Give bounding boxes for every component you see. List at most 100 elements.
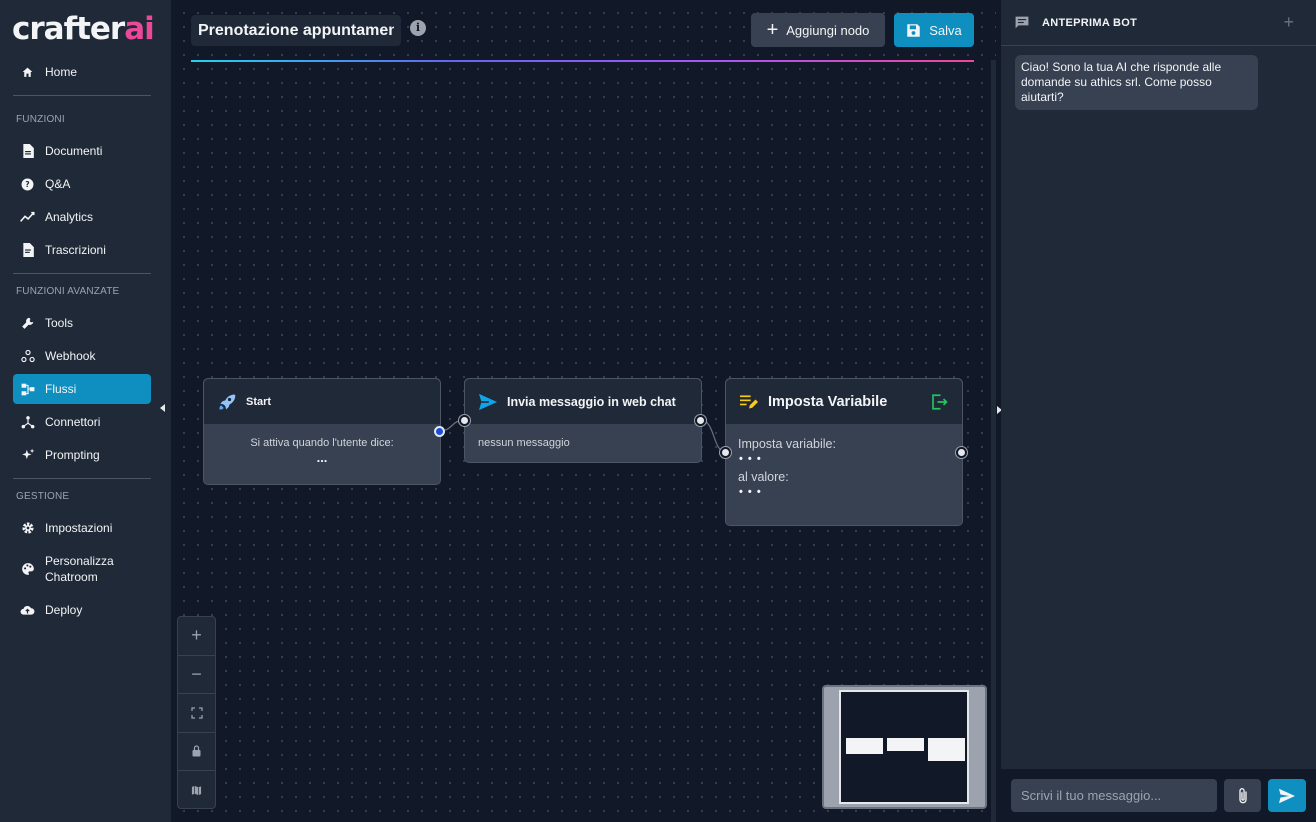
node-send-output-handle[interactable]	[695, 415, 706, 426]
wrench-icon	[20, 316, 35, 331]
sidebar-item-home[interactable]: Home	[13, 57, 151, 87]
node-start-trigger-value: ...	[316, 450, 328, 465]
section-label-gestione: GESTIONE	[16, 491, 70, 502]
node-start-trigger-label: Si attiva quando l'utente dice:	[250, 437, 394, 449]
logo[interactable]: crafterai	[12, 11, 155, 47]
svg-text:?: ?	[25, 180, 29, 189]
flow-icon	[20, 382, 35, 397]
node-set-variable[interactable]: Imposta Variabile Imposta variabile: • •…	[720, 378, 967, 526]
sidebar-item-label: Trascrizioni	[45, 243, 106, 257]
send-icon	[1279, 788, 1295, 803]
cloud-upload-icon	[20, 603, 35, 618]
sidebar-item-label: Tools	[45, 316, 74, 330]
sidebar-item-personalizza-chatroom[interactable]: Personalizza Chatroom	[13, 551, 151, 587]
sidebar: crafterai Home FUNZIONI Documenti ? Q&A …	[0, 0, 171, 822]
minimap-node	[846, 738, 883, 754]
node-setvar-value-value: • • •	[739, 486, 762, 498]
node-send-body: nessun messaggio	[478, 437, 570, 449]
section-label-avanzate: FUNZIONI AVANZATE	[16, 286, 120, 297]
send-icon	[478, 393, 498, 411]
minus-icon: −	[191, 663, 202, 684]
rocket-icon	[217, 392, 237, 412]
minimap-viewport[interactable]	[839, 690, 969, 804]
sparkle-icon	[20, 448, 35, 463]
connector-icon	[20, 415, 35, 430]
palette-icon	[20, 562, 35, 577]
node-title: Invia messaggio in web chat	[507, 394, 676, 409]
minimap-toggle-button[interactable]	[178, 771, 215, 810]
minimap[interactable]	[822, 685, 987, 809]
sidebar-item-label: Connettori	[45, 415, 101, 429]
webhook-icon	[20, 349, 35, 364]
sidebar-item-label-line2: Chatroom	[45, 570, 98, 584]
node-start-output-handle[interactable]	[434, 426, 445, 437]
help-circle-icon: ?	[20, 177, 35, 192]
sidebar-item-qa[interactable]: ? Q&A	[13, 169, 151, 199]
canvas-controls: + −	[177, 616, 216, 809]
node-send-message[interactable]: Invia messaggio in web chat nessun messa…	[459, 378, 706, 463]
sidebar-item-analytics[interactable]: Analytics	[13, 202, 151, 232]
sidebar-item-webhook[interactable]: Webhook	[13, 341, 151, 371]
node-start-header[interactable]: Start	[204, 379, 440, 424]
attach-button[interactable]	[1224, 779, 1261, 812]
collapse-sidebar-icon[interactable]	[160, 404, 165, 412]
logo-text: crafter	[12, 11, 125, 47]
zoom-out-button[interactable]: −	[178, 656, 215, 694]
sidebar-divider	[13, 95, 151, 96]
home-icon	[20, 65, 35, 80]
fit-view-icon	[190, 707, 203, 719]
send-message-button[interactable]	[1268, 779, 1306, 812]
minimap-node	[928, 738, 965, 761]
node-send-header[interactable]: Invia messaggio in web chat	[465, 379, 701, 424]
node-title: Start	[246, 395, 272, 408]
node-title: Imposta Variabile	[768, 393, 888, 410]
sidebar-item-label: Impostazioni	[45, 521, 113, 535]
chat-icon	[1015, 16, 1029, 29]
sidebar-item-label: Documenti	[45, 144, 103, 158]
plus-icon: +	[191, 625, 202, 646]
node-start[interactable]: Start Si attiva quando l'utente dice: ..…	[203, 378, 445, 485]
exit-icon[interactable]	[930, 393, 948, 415]
minimap-node	[887, 738, 924, 751]
sidebar-item-connettori[interactable]: Connettori	[13, 407, 151, 437]
sidebar-item-documenti[interactable]: Documenti	[13, 136, 151, 166]
flow-canvas[interactable]: i + Aggiungi nodo Salva Start Si attiva …	[171, 0, 996, 822]
zoom-in-button[interactable]: +	[178, 617, 215, 656]
bot-message-bubble: Ciao! Sono la tua AI che risponde alle d…	[1015, 55, 1258, 110]
edit-variable-icon	[739, 393, 759, 411]
gear-icon	[20, 521, 35, 536]
sidebar-item-deploy[interactable]: Deploy	[13, 595, 151, 625]
node-setvar-var-label: Imposta variabile:	[738, 437, 836, 451]
sidebar-item-label: Flussi	[45, 382, 77, 396]
sidebar-item-label: Prompting	[45, 448, 100, 462]
section-label-funzioni: FUNZIONI	[16, 114, 65, 125]
sidebar-item-label: Home	[45, 65, 78, 79]
document-icon	[20, 144, 35, 159]
transcript-icon	[20, 243, 35, 258]
sidebar-item-label: Deploy	[45, 603, 83, 617]
sidebar-item-label: Analytics	[45, 210, 94, 224]
sidebar-item-impostazioni[interactable]: Impostazioni	[13, 513, 151, 543]
node-setvar-value-label: al valore:	[738, 470, 789, 484]
sidebar-item-flussi[interactable]: Flussi	[13, 374, 151, 404]
node-send-input-handle[interactable]	[459, 415, 470, 426]
sidebar-item-prompting[interactable]: Prompting	[13, 440, 151, 470]
preview-title: ANTEPRIMA BOT	[1042, 16, 1138, 29]
lock-button[interactable]	[178, 733, 215, 771]
node-setvar-var-value: • • •	[739, 453, 762, 465]
app-root: crafterai Home FUNZIONI Documenti ? Q&A …	[0, 0, 1316, 822]
sidebar-item-label: Q&A	[45, 177, 71, 191]
bot-preview-panel: ANTEPRIMA BOT + Ciao! Sono la tua AI che…	[1001, 0, 1316, 822]
new-chat-plus-icon[interactable]: +	[1283, 13, 1294, 31]
sidebar-item-tools[interactable]: Tools	[13, 308, 151, 338]
node-setvar-output-handle[interactable]	[956, 447, 967, 458]
chat-message-input[interactable]	[1011, 779, 1217, 812]
paperclip-icon	[1238, 787, 1247, 803]
sidebar-item-trascrizioni[interactable]: Trascrizioni	[13, 235, 151, 265]
sidebar-item-label: Webhook	[45, 349, 96, 363]
node-setvar-input-handle[interactable]	[720, 447, 731, 458]
sidebar-item-label-line1: Personalizza	[45, 554, 114, 568]
chart-line-icon	[20, 210, 35, 225]
node-setvar-header[interactable]: Imposta Variabile	[726, 379, 962, 424]
fit-view-button[interactable]	[178, 694, 215, 733]
